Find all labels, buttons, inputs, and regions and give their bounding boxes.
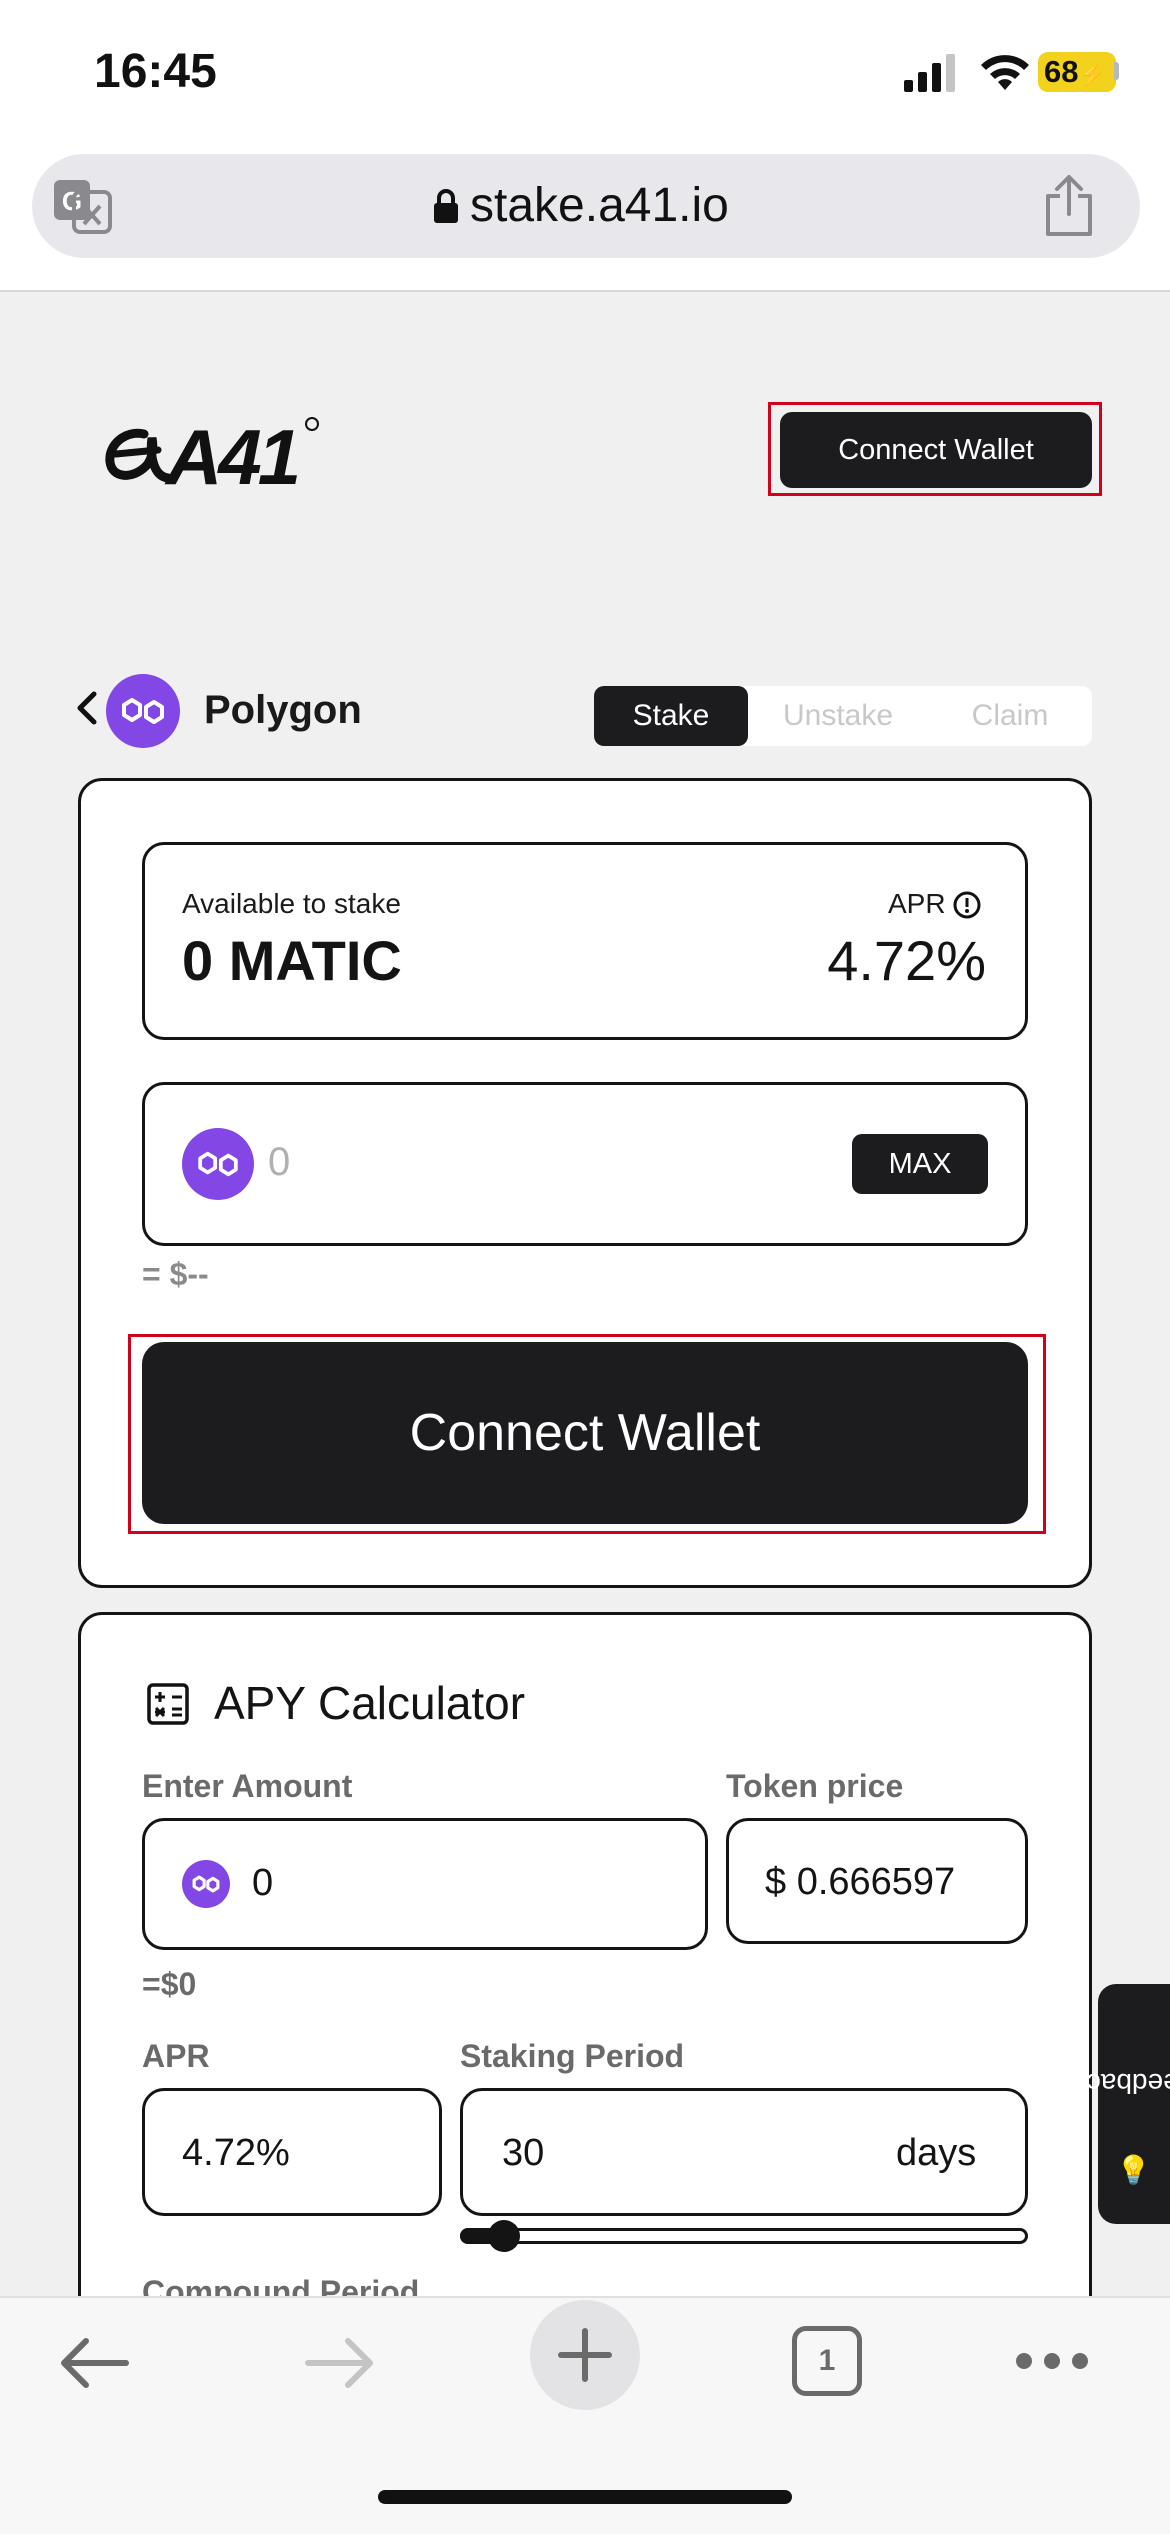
apr-value: 4.72%: [827, 929, 986, 992]
available-label: Available to stake: [182, 888, 401, 919]
staking-period-unit: days: [896, 2132, 977, 2174]
apr-label: APR: [888, 888, 946, 919]
logo-text: A41: [164, 413, 298, 494]
connect-wallet-button[interactable]: Connect Wallet: [142, 1342, 1028, 1524]
token-price-input[interactable]: $ 0.666597: [726, 1818, 1028, 1944]
calculator-title: APY Calculator: [214, 1677, 526, 1729]
amount-value[interactable]: 0: [252, 1862, 273, 1905]
forward-arrow-icon[interactable]: [302, 2330, 378, 2396]
available-value: 0 MATIC: [182, 929, 402, 992]
calc-apr-label: APR: [142, 2038, 210, 2074]
calc-apr-value[interactable]: 4.72%: [182, 2132, 290, 2175]
cellular-signal-icon: [904, 54, 955, 92]
url-text[interactable]: stake.a41.io: [470, 178, 729, 233]
staking-period-label: Staking Period: [460, 2038, 685, 2074]
home-indicator: [378, 2490, 792, 2504]
action-tabs: Stake Unstake Claim: [594, 686, 1092, 746]
translate-icon[interactable]: G: [52, 178, 112, 234]
enter-amount-label: Enter Amount: [142, 1768, 353, 1804]
staking-period-slider[interactable]: [460, 2228, 1028, 2244]
tab-unstake[interactable]: Unstake: [754, 686, 922, 746]
battery-indicator: 68⚡: [1038, 52, 1116, 92]
staking-period-value[interactable]: 30: [502, 2132, 544, 2175]
wifi-icon: [981, 55, 1029, 90]
status-time: 16:45: [94, 45, 217, 98]
tab-claim[interactable]: Claim: [928, 686, 1092, 746]
lightbulb-icon: 💡: [1116, 2153, 1152, 2185]
back-arrow-icon[interactable]: [56, 2330, 132, 2396]
polygon-icon: [182, 1860, 230, 1908]
polygon-icon: [106, 674, 180, 748]
max-button[interactable]: MAX: [852, 1134, 988, 1194]
calculator-icon: [147, 1683, 189, 1725]
feedback-label: Feedback: [1073, 2067, 1170, 2099]
new-tab-button[interactable]: [530, 2300, 640, 2410]
feedback-label-wrap[interactable]: 💡 Feedback: [1073, 1984, 1170, 2224]
back-chevron-icon[interactable]: [74, 690, 100, 726]
polygon-icon: [182, 1128, 254, 1200]
amount-usd-value: =$0: [142, 1966, 197, 2002]
network-name: Polygon: [204, 688, 362, 732]
plus-icon: [558, 2328, 612, 2382]
header-connect-wallet-button[interactable]: Connect Wallet: [780, 412, 1092, 488]
share-icon[interactable]: [1040, 174, 1098, 238]
amount-placeholder[interactable]: 0: [268, 1140, 290, 1185]
info-icon[interactable]: [952, 890, 982, 920]
tabs-button[interactable]: 1: [792, 2326, 862, 2396]
lock-icon: [434, 189, 458, 223]
battery-tip: [1114, 62, 1119, 80]
more-icon[interactable]: [1014, 2348, 1090, 2374]
tab-stake[interactable]: Stake: [594, 686, 748, 746]
token-price-label: Token price: [726, 1768, 904, 1804]
token-price-value[interactable]: $ 0.666597: [765, 1861, 955, 1904]
a41-logo-mark: A41: [105, 413, 319, 501]
slider-handle[interactable]: [488, 2220, 520, 2252]
usd-estimate: = $--: [142, 1256, 209, 1292]
a41-logo[interactable]: A41: [102, 404, 332, 501]
